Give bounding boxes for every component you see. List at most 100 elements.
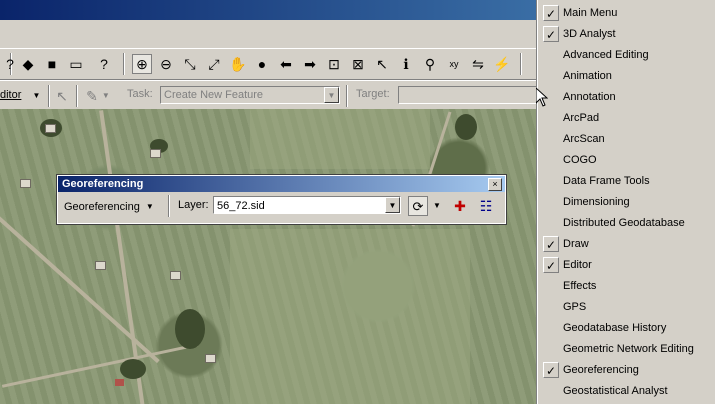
georeferencing-title-bar[interactable]: Georeferencing ×	[58, 176, 505, 192]
menu-item-label: Annotation	[563, 91, 616, 103]
close-button[interactable]: ×	[488, 178, 502, 191]
menu-item-label: COGO	[563, 154, 597, 166]
menu-item-label: Animation	[563, 70, 612, 82]
layer-dropdown[interactable]: 56_72.sid ▼	[213, 196, 401, 214]
select-elements-button[interactable]: ↖	[372, 54, 392, 74]
rotate-dropdown-button[interactable]: ▼	[430, 196, 444, 216]
chevron-down-icon: ▼	[32, 91, 41, 100]
whats-this-button[interactable]: ?	[94, 54, 114, 74]
task-label: Task:	[127, 88, 153, 100]
georeferencing-menu-label: Georeferencing	[64, 201, 140, 213]
menu-item-editor[interactable]: ✓ Editor	[538, 255, 715, 276]
menu-item-label: Effects	[563, 280, 597, 292]
map-building	[45, 124, 56, 133]
menu-item-dimensioning[interactable]: Dimensioning	[538, 192, 715, 213]
measure-icon: ⇋	[472, 56, 484, 72]
zoom-in-button[interactable]: ⊕	[132, 54, 152, 74]
editor-menu-button[interactable]: ditor ▼	[0, 86, 40, 104]
help-arrow-icon: ?	[6, 56, 14, 72]
measure-button[interactable]: ⇋	[468, 54, 488, 74]
menu-item-label: Advanced Editing	[563, 49, 649, 61]
map-building	[205, 354, 216, 363]
window-button[interactable]: ▭	[66, 54, 86, 74]
menu-item-georeferencing[interactable]: ✓ Georeferencing	[538, 360, 715, 381]
sketch-tool-button[interactable]: ✎ ▼	[80, 86, 116, 106]
menu-item-animation[interactable]: Animation	[538, 66, 715, 87]
fixed-zoom-in-button[interactable]: ⤡	[180, 54, 200, 74]
menu-item-annotation[interactable]: Annotation	[538, 87, 715, 108]
toolbars-context-menu: ✓ Main Menu ✓ 3D Analyst Advanced Editing Ani…	[537, 0, 715, 404]
map-field	[230, 229, 470, 404]
add-control-points-button[interactable]: ✚	[450, 196, 470, 216]
menu-item-main-menu[interactable]: ✓ Main Menu	[538, 3, 715, 24]
toolbar-separator	[76, 85, 78, 107]
task-value: Create New Feature	[164, 89, 264, 101]
menu-item-cogo[interactable]: COGO	[538, 150, 715, 171]
fixed-zoom-out-button[interactable]: ⤢	[204, 54, 224, 74]
menu-item-arcpad[interactable]: ArcPad	[538, 108, 715, 129]
menu-item-label: 3D Analyst	[563, 28, 616, 40]
window-icon: ▭	[69, 56, 83, 72]
arctoolbox-button[interactable]: ■	[42, 54, 62, 74]
menu-item-distributed-geodatabase[interactable]: Distributed Geodatabase	[538, 213, 715, 234]
menu-item-gps[interactable]: GPS	[538, 297, 715, 318]
zoom-out-button[interactable]: ⊖	[156, 54, 176, 74]
target-label: Target:	[356, 88, 390, 100]
menu-item-label: ArcPad	[563, 112, 600, 124]
map-tree	[455, 114, 477, 140]
hyperlink-button[interactable]: ⚡	[492, 54, 512, 74]
tools-toolbar: ? ◆ ■ ▭? ⊕ ⊖ ⤡ ⤢ ✋ ● ⬅ ➡ ⊡ ⊠ ↖ ℹ ⚲ xy ⇋ ⚡	[0, 48, 540, 80]
select-features-button[interactable]: ⊡	[324, 54, 344, 74]
checkmark-icon: ✓	[543, 236, 559, 252]
menu-item-label: Distributed Geodatabase	[563, 217, 685, 229]
task-dropdown[interactable]: Create New Feature ▼	[160, 86, 340, 104]
layer-label: Layer:	[178, 199, 209, 211]
add-data-button[interactable]: ◆	[18, 54, 38, 74]
full-extent-button[interactable]: ●	[252, 54, 272, 74]
menu-item-label: GPS	[563, 301, 587, 313]
map-building	[170, 271, 181, 280]
menu-item-label: Draw	[563, 238, 589, 250]
menu-item-arcscan[interactable]: ArcScan	[538, 129, 715, 150]
back-icon: ⬅	[280, 56, 292, 72]
pan-button[interactable]: ✋	[228, 54, 248, 74]
menu-item-label: Data Frame Tools	[563, 175, 650, 187]
menu-item-geometric-network-editing[interactable]: Geometric Network Editing	[538, 339, 715, 360]
menu-item-effects[interactable]: Effects	[538, 276, 715, 297]
find-button[interactable]: ⚲	[420, 54, 440, 74]
full-extent-icon: ●	[257, 56, 267, 72]
menu-item-data-frame-tools[interactable]: Data Frame Tools	[538, 171, 715, 192]
edit-tool-icon[interactable]: ↖	[52, 86, 72, 106]
menu-item-geodatabase-history[interactable]: Geodatabase History	[538, 318, 715, 339]
chevron-down-icon: ▼	[385, 197, 400, 213]
menu-item-geostatistical-analyst[interactable]: Geostatistical Analyst	[538, 381, 715, 402]
view-link-table-button[interactable]: ☷	[476, 196, 496, 216]
menu-item-advanced-editing[interactable]: Advanced Editing	[538, 45, 715, 66]
menu-item-label: Geostatistical Analyst	[563, 385, 668, 397]
go-to-xy-button[interactable]: xy	[444, 54, 464, 74]
menu-item-label: Geometric Network Editing	[563, 343, 694, 355]
map-view[interactable]	[0, 109, 540, 404]
add-control-points-icon: ✚	[454, 198, 466, 214]
rotate-tool-button[interactable]: ⟳	[408, 196, 428, 216]
back-button[interactable]: ⬅	[276, 54, 296, 74]
clear-selection-button[interactable]: ⊠	[348, 54, 368, 74]
georeferencing-menu-button[interactable]: Georeferencing ▼	[64, 197, 156, 217]
toolbar-separator	[48, 85, 50, 107]
menu-item-label: Dimensioning	[563, 196, 630, 208]
checkmark-icon: ✓	[543, 362, 559, 378]
target-dropdown[interactable]	[398, 86, 540, 104]
clear-selection-icon: ⊠	[352, 56, 364, 72]
menu-item-draw[interactable]: ✓ Draw	[538, 234, 715, 255]
forward-icon: ➡	[304, 56, 316, 72]
menu-item-label: Main Menu	[563, 7, 618, 19]
georeferencing-title: Georeferencing	[62, 178, 144, 190]
identify-button[interactable]: ℹ	[396, 54, 416, 74]
forward-button[interactable]: ➡	[300, 54, 320, 74]
arctoolbox-icon: ■	[47, 56, 57, 72]
checkmark-icon: ✓	[543, 5, 559, 21]
map-field	[250, 109, 430, 169]
help-arrow-button[interactable]: ?	[0, 54, 20, 74]
menu-item-3d-analyst[interactable]: ✓ 3D Analyst	[538, 24, 715, 45]
pencil-icon: ✎	[86, 88, 98, 104]
